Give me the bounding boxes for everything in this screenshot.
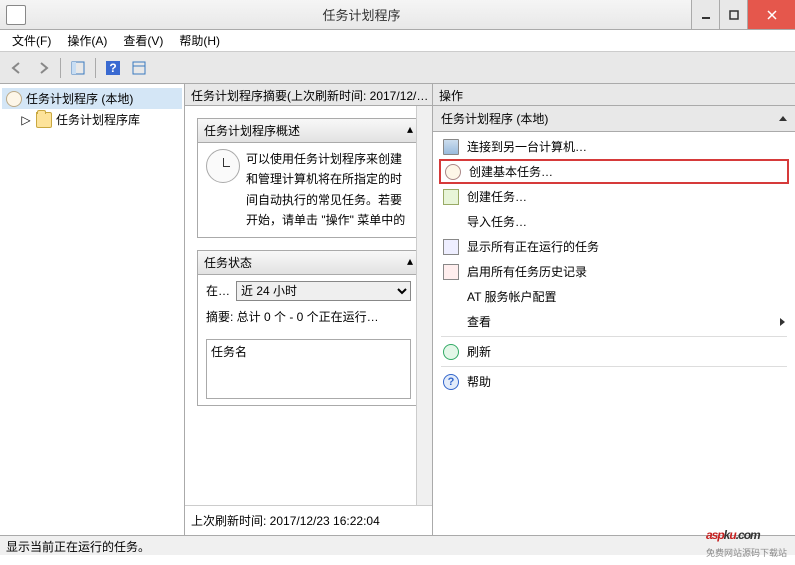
watermark-sub: 免费网站源码下载站: [706, 546, 787, 559]
app-icon: [6, 5, 26, 25]
display-icon: [443, 239, 459, 255]
actions-header: 操作: [433, 84, 795, 106]
action-help[interactable]: ? 帮助: [433, 369, 795, 394]
minimize-button[interactable]: [691, 0, 719, 29]
status-title: 任务状态: [204, 254, 252, 271]
overview-text: 可以使用任务计划程序来创建和管理计算机将在所指定的时间自动执行的常见任务。若要开…: [246, 149, 411, 231]
task-icon: [443, 189, 459, 205]
submenu-arrow-icon: [780, 318, 785, 326]
action-connect-label: 连接到另一台计算机…: [467, 138, 587, 155]
maximize-button[interactable]: [719, 0, 747, 29]
window-title: 任务计划程序: [32, 5, 691, 24]
back-button[interactable]: [6, 57, 28, 79]
summary-body: 任务计划程序概述 ▴ 可以使用任务计划程序来创建和管理计算机将在所指定的时间自动…: [185, 106, 432, 505]
tree-root-label: 任务计划程序 (本地): [26, 90, 133, 107]
watermark-ext: .com: [736, 528, 760, 542]
clock-task-icon: [445, 164, 461, 180]
scheduler-icon: [6, 91, 22, 107]
show-hide-tree-button[interactable]: [67, 57, 89, 79]
help-icon: ?: [443, 374, 459, 390]
overview-title: 任务计划程序概述: [204, 122, 300, 139]
status-period-select[interactable]: 近 24 小时: [236, 281, 411, 301]
refresh-icon: [443, 344, 459, 360]
menu-view[interactable]: 查看(V): [115, 30, 171, 51]
toolbar: ?: [0, 52, 795, 84]
action-create-basic-label: 创建基本任务…: [469, 163, 553, 180]
overview-section-header[interactable]: 任务计划程序概述 ▴: [198, 119, 419, 143]
status-label: 在…: [206, 281, 230, 301]
collapse-icon[interactable]: ▴: [407, 122, 413, 139]
action-connect-computer[interactable]: 连接到另一台计算机…: [433, 134, 795, 159]
main-area: 任务计划程序 (本地) ▷ 任务计划程序库 任务计划程序摘要(上次刷新时间: 2…: [0, 84, 795, 535]
clock-icon: [206, 149, 240, 183]
toolbar-separator-2: [95, 58, 96, 78]
collapse-icon-2[interactable]: ▴: [407, 254, 413, 271]
action-at-account[interactable]: AT 服务帐户配置: [433, 284, 795, 309]
window-controls: [691, 0, 795, 29]
view-icon: [443, 314, 459, 330]
action-enable-history[interactable]: 启用所有任务历史记录: [433, 259, 795, 284]
action-create-task[interactable]: 创建任务…: [433, 184, 795, 209]
action-import-label: 导入任务…: [467, 213, 527, 230]
tree-library-label: 任务计划程序库: [56, 111, 140, 128]
actions-title: 任务计划程序 (本地): [441, 110, 548, 127]
action-view[interactable]: 查看: [433, 309, 795, 334]
collapse-up-icon[interactable]: [779, 116, 787, 121]
folder-icon: [36, 112, 52, 128]
summary-panel: 任务计划程序摘要(上次刷新时间: 2017/12/… 任务计划程序概述 ▴ 可以…: [185, 84, 433, 535]
watermark: aspku.com 免费网站源码下载站: [706, 518, 787, 559]
task-name-box: 任务名: [206, 339, 411, 399]
action-view-label: 查看: [467, 313, 491, 330]
summary-header: 任务计划程序摘要(上次刷新时间: 2017/12/…: [185, 84, 432, 106]
action-create-label: 创建任务…: [467, 188, 527, 205]
forward-button[interactable]: [32, 57, 54, 79]
menu-bar: 文件(F) 操作(A) 查看(V) 帮助(H): [0, 30, 795, 52]
history-icon: [443, 264, 459, 280]
action-refresh[interactable]: 刷新: [433, 339, 795, 364]
actions-title-bar: 任务计划程序 (本地): [433, 106, 795, 132]
overview-body: 可以使用任务计划程序来创建和管理计算机将在所指定的时间自动执行的常见任务。若要开…: [198, 143, 419, 237]
status-body: 在… 近 24 小时 摘要: 总计 0 个 - 0 个正在运行… 任务名: [198, 275, 419, 406]
status-section: 任务状态 ▴ 在… 近 24 小时 摘要: 总计 0 个 - 0 个正在运行… …: [197, 250, 420, 407]
menu-action[interactable]: 操作(A): [59, 30, 115, 51]
status-text: 显示当前正在运行的任务。: [6, 540, 150, 554]
menu-help[interactable]: 帮助(H): [171, 30, 228, 51]
scrollbar[interactable]: [416, 106, 432, 505]
window-titlebar: 任务计划程序: [0, 0, 795, 30]
properties-toolbar-button[interactable]: [128, 57, 150, 79]
action-help-label: 帮助: [467, 373, 491, 390]
tree-root-node[interactable]: 任务计划程序 (本地): [2, 88, 182, 109]
menu-file[interactable]: 文件(F): [4, 30, 59, 51]
import-icon: [443, 214, 459, 230]
task-name-header: 任务名: [211, 345, 247, 359]
status-bar: 显示当前正在运行的任务。: [0, 535, 795, 555]
action-refresh-label: 刷新: [467, 343, 491, 360]
actions-panel: 操作 任务计划程序 (本地) 连接到另一台计算机… 创建基本任务… 创建任务… …: [433, 84, 795, 535]
action-create-basic-task[interactable]: 创建基本任务…: [439, 159, 789, 184]
status-section-header[interactable]: 任务状态 ▴: [198, 251, 419, 275]
status-summary: 摘要: 总计 0 个 - 0 个正在运行…: [206, 307, 411, 327]
action-show-running[interactable]: 显示所有正在运行的任务: [433, 234, 795, 259]
action-divider: [441, 336, 787, 337]
action-at-account-label: AT 服务帐户配置: [467, 288, 557, 305]
overview-section: 任务计划程序概述 ▴ 可以使用任务计划程序来创建和管理计算机将在所指定的时间自动…: [197, 118, 420, 238]
action-show-running-label: 显示所有正在运行的任务: [467, 238, 599, 255]
computer-icon: [443, 139, 459, 155]
action-enable-history-label: 启用所有任务历史记录: [467, 263, 587, 280]
tree-library-node[interactable]: ▷ 任务计划程序库: [2, 109, 182, 130]
action-divider-2: [441, 366, 787, 367]
navigation-tree: 任务计划程序 (本地) ▷ 任务计划程序库: [0, 84, 185, 535]
actions-list: 连接到另一台计算机… 创建基本任务… 创建任务… 导入任务… 显示所有正在运行的…: [433, 132, 795, 396]
toolbar-separator: [60, 58, 61, 78]
action-import-task[interactable]: 导入任务…: [433, 209, 795, 234]
help-toolbar-button[interactable]: ?: [102, 57, 124, 79]
last-refresh-footer: 上次刷新时间: 2017/12/23 16:22:04: [185, 505, 432, 535]
account-icon: [443, 289, 459, 305]
svg-text:?: ?: [109, 61, 116, 75]
watermark-asp: asp: [706, 528, 724, 542]
expand-icon[interactable]: ▷: [20, 113, 32, 127]
close-button[interactable]: [747, 0, 795, 29]
